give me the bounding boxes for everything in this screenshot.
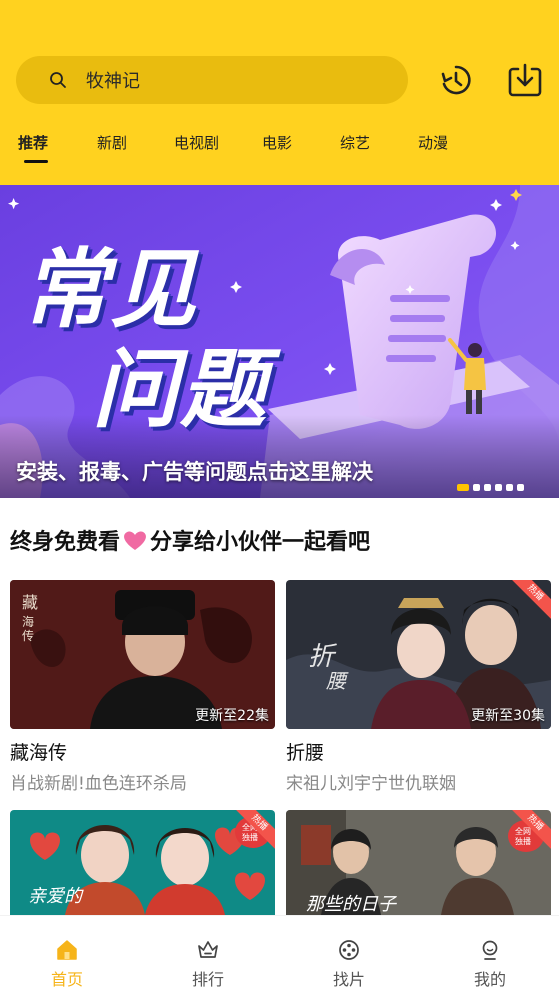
film-reel-icon: [339, 940, 359, 960]
nav-home-label: 首页: [50, 970, 83, 989]
nav-home[interactable]: 首页: [32, 916, 102, 990]
svg-text:海: 海: [22, 614, 34, 629]
video-title[interactable]: 折腰: [286, 738, 551, 765]
faq-banner[interactable]: 常见 问题 安装、报毒、广告等问题点击这里解决: [0, 185, 559, 498]
pagination-dot[interactable]: [517, 484, 524, 491]
search-bar[interactable]: 牧神记: [16, 56, 408, 104]
banner-caption: 安装、报毒、广告等问题点击这里解决: [16, 460, 373, 484]
video-poster[interactable]: 藏 海 传 更新至22集: [10, 580, 275, 729]
banner-pagination: [457, 484, 524, 491]
nav-discover-label: 找片: [332, 970, 365, 989]
history-icon[interactable]: [436, 60, 476, 100]
search-query[interactable]: 牧神记: [86, 67, 140, 93]
category-tabs: 推荐 新剧 电视剧 电影 综艺 动漫: [0, 128, 559, 168]
pagination-dot[interactable]: [495, 484, 502, 491]
share-prompt[interactable]: 终身免费看 分享给小伙伴一起看吧: [10, 524, 370, 556]
heart-icon: [124, 531, 146, 550]
episode-count: 更新至22集: [195, 708, 269, 724]
tab-variety[interactable]: 综艺: [340, 132, 370, 153]
pagination-dot[interactable]: [484, 484, 491, 491]
svg-text:折: 折: [308, 642, 337, 672]
video-card[interactable]: 藏 海 传 更新至22集 藏海传 肖战新剧!血色连环杀局: [10, 580, 275, 794]
hot-badge: 热播: [511, 580, 551, 620]
video-subtitle: 肖战新剧!血色连环杀局: [10, 774, 187, 794]
video-subtitle: 宋祖儿刘宇宁世仇联姻: [286, 774, 456, 794]
video-poster[interactable]: 折 腰 热播 更新至30集: [286, 580, 551, 729]
svg-text:那些的日子: 那些的日子: [306, 894, 398, 915]
video-poster[interactable]: 那些的日子 全网 独播 热播: [286, 810, 551, 915]
nav-discover[interactable]: 找片: [314, 916, 384, 990]
crown-icon: [198, 941, 218, 958]
search-icon: [50, 72, 66, 88]
banner-headline-2: 问题: [92, 340, 268, 440]
video-card[interactable]: 那些的日子 全网 独播 热播: [286, 810, 551, 915]
nav-ranking[interactable]: 排行: [173, 916, 243, 990]
home-icon: [57, 940, 77, 960]
tab-new-series[interactable]: 新剧: [97, 132, 127, 153]
video-poster[interactable]: 亲爱的 全网 独播 热播: [10, 810, 275, 915]
tab-recommend[interactable]: 推荐: [18, 132, 48, 153]
episode-count: 更新至30集: [471, 708, 545, 724]
tab-anime[interactable]: 动漫: [418, 132, 448, 153]
download-icon[interactable]: [505, 60, 545, 100]
video-card[interactable]: 亲爱的 全网 独播 热播: [10, 810, 275, 915]
hot-badge: 热播: [235, 810, 275, 850]
svg-text:亲爱的: 亲爱的: [28, 886, 84, 907]
top-header: 牧神记 推荐 新剧 电视剧 电影 综艺 动漫: [0, 0, 559, 185]
pagination-dot[interactable]: [473, 484, 480, 491]
nav-ranking-label: 排行: [191, 970, 224, 989]
pagination-dot[interactable]: [506, 484, 513, 491]
share-text-before: 终身免费看: [10, 530, 121, 555]
video-card[interactable]: 折 腰 热播 更新至30集 折腰 宋祖儿刘宇宁世仇联姻: [286, 580, 551, 794]
active-tab-indicator: [24, 160, 48, 163]
svg-text:腰: 腰: [326, 669, 349, 693]
svg-text:藏: 藏: [22, 593, 38, 612]
tab-tv-series[interactable]: 电视剧: [174, 132, 219, 153]
svg-text:传: 传: [22, 628, 34, 643]
user-icon: [482, 940, 498, 960]
hot-badge: 热播: [511, 810, 551, 850]
tab-movies[interactable]: 电影: [262, 132, 292, 153]
share-text-after: 分享给小伙伴一起看吧: [150, 530, 371, 555]
nav-profile-label: 我的: [473, 970, 506, 989]
video-title[interactable]: 藏海传: [10, 738, 275, 765]
nav-profile[interactable]: 我的: [455, 916, 525, 990]
bottom-nav: 首页 排行 找片 我的: [0, 915, 559, 996]
pagination-dot-active[interactable]: [457, 484, 469, 491]
